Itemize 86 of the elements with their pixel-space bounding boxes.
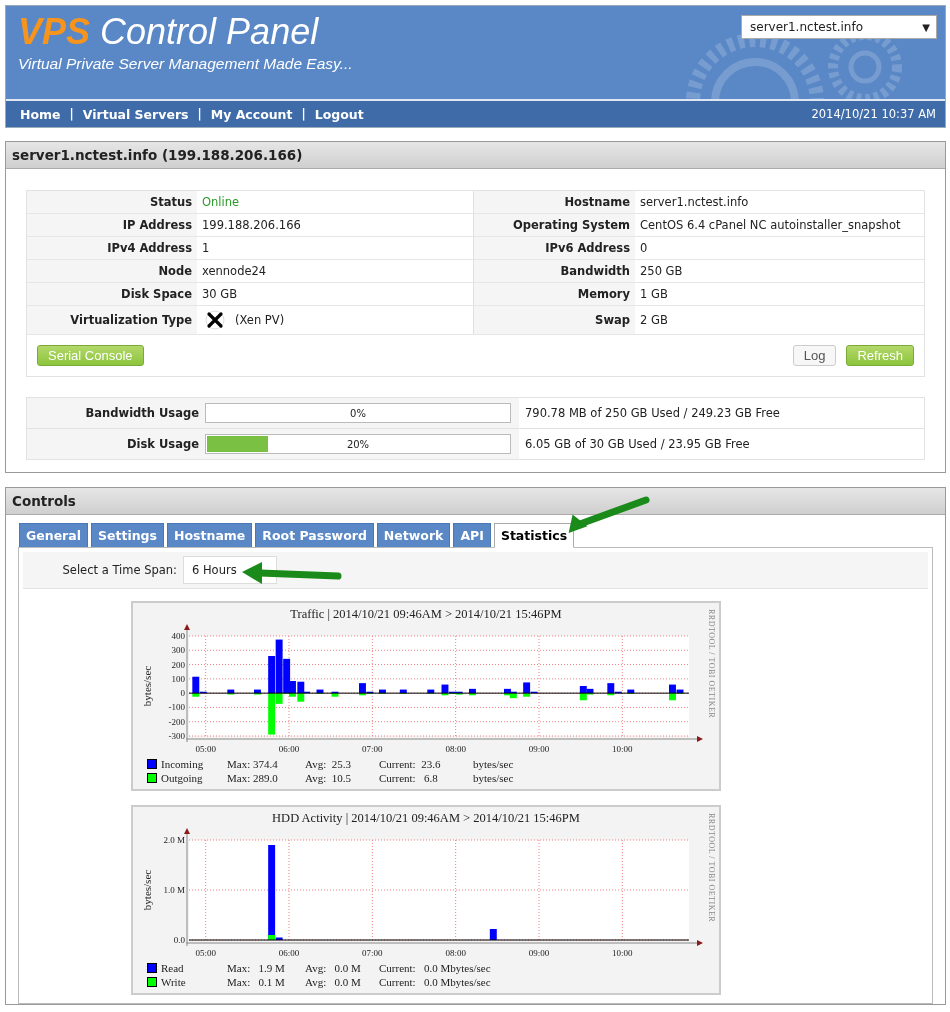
legend-current: Current: 0.0 Mbytes/sec [379, 961, 491, 975]
legend-max: Max: 1.9 M [227, 961, 286, 975]
x-tick-label: 07:00 [362, 948, 383, 958]
legend-max: Max: 0.1 M [227, 975, 286, 989]
caret-icon: ▼ [922, 21, 930, 33]
field-label: Virtualization Type [27, 306, 197, 334]
field-label: Disk Space [27, 283, 197, 305]
field-value: (Xen PV) [235, 313, 285, 327]
y-tick-label: 200 [171, 659, 185, 670]
legend-label: Outgoing [161, 771, 204, 785]
y-tick-label: 1.0 M [163, 885, 185, 895]
status-value: Online [202, 195, 240, 209]
legend-max: Max: 374.4 [227, 757, 279, 771]
x-tick-label: 08:00 [445, 744, 466, 754]
x-tick-label: 05:00 [195, 744, 216, 754]
y-axis-label: bytes/sec [141, 869, 153, 911]
field-value: 1 GB [640, 287, 668, 301]
x-tick-label: 10:00 [612, 744, 633, 754]
field-label: IPv4 Address [27, 237, 197, 259]
panel-title: server1.nctest.info (199.188.206.166) [6, 142, 945, 169]
field-label: Hostname [473, 191, 635, 213]
y-tick-label: -100 [168, 702, 185, 713]
field-label: Operating System [473, 214, 635, 236]
field-label: IPv6 Address [473, 237, 635, 259]
y-tick-label: -200 [168, 716, 185, 727]
nav-separator: | [301, 107, 306, 121]
nav-separator: | [69, 107, 74, 121]
legend-label: Incoming [161, 757, 205, 771]
usage-label: Bandwidth Usage [27, 398, 203, 428]
field-label: Status [27, 191, 197, 213]
field-value: 0 [640, 241, 648, 255]
y-axis-label: bytes/sec [141, 665, 153, 707]
x-tick-label: 08:00 [445, 948, 466, 958]
legend-max: Max: 289.0 [227, 771, 279, 785]
legend-unit: bytes/sec [473, 771, 514, 785]
tagline: Virtual Private Server Management Made Easy... [18, 55, 353, 73]
y-tick-label: 300 [171, 645, 185, 656]
field-value: xennode24 [202, 264, 267, 278]
legend-current: Current: 23.6 [379, 757, 442, 771]
chart-watermark: RRDTOOL / TOBI OETIKER [707, 813, 716, 923]
legend-current: Current: 0.0 Mbytes/sec [379, 975, 491, 989]
legend-avg: Avg: 25.3 [305, 757, 352, 771]
field-label: Memory [473, 283, 635, 305]
logo-text: VPS [18, 11, 91, 52]
legend-label: Write [161, 975, 187, 989]
field-value: server1.nctest.info [640, 195, 749, 209]
field-label: Node [27, 260, 197, 282]
field-value: 30 GB [202, 287, 238, 301]
legend-avg: Avg: 0.0 M [305, 961, 362, 975]
y-tick-label: -300 [168, 731, 185, 741]
panel-title: Controls [6, 488, 945, 515]
y-tick-label: 2.0 M [163, 835, 185, 845]
legend-unit: bytes/sec [473, 757, 514, 771]
x-tick-label: 07:00 [362, 744, 383, 754]
field-label: Bandwidth [473, 260, 635, 282]
nav-separator: | [197, 107, 202, 121]
legend-avg: Avg: 10.5 [305, 771, 352, 785]
x-tick-label: 09:00 [528, 948, 550, 958]
field-value: 250 GB [640, 264, 683, 278]
field-value: 1 [202, 241, 210, 255]
legend-avg: Avg: 0.0 M [305, 975, 362, 989]
y-tick-label: 0 [180, 688, 185, 699]
usage-percent: 20% [346, 438, 370, 450]
x-tick-label: 09:00 [528, 744, 550, 754]
logo-text: Control Panel [100, 11, 319, 52]
y-tick-label: 100 [171, 673, 185, 684]
time-span-label: Select a Time Span: [61, 562, 178, 579]
y-tick-label: 0.0 [173, 935, 185, 945]
x-tick-label: 05:00 [195, 948, 216, 958]
x-tick-label: 10:00 [612, 948, 633, 958]
usage-label: Disk Usage [27, 429, 203, 459]
x-tick-label: 06:00 [278, 744, 300, 754]
legend-label: Read [161, 961, 185, 975]
usage-percent: 0% [350, 407, 366, 419]
field-value: CentOS 6.4 cPanel NC autoinstaller_snapshot [640, 218, 901, 232]
y-tick-label: 400 [171, 631, 185, 641]
field-value: 199.188.206.166 [202, 218, 301, 232]
usage-detail: 6.05 GB of 30 GB Used / 23.95 GB Free [524, 436, 751, 453]
usage-detail: 790.78 MB of 250 GB Used / 249.23 GB Free [524, 405, 781, 422]
x-tick-label: 06:00 [278, 948, 300, 958]
date-time: 2014/10/21 10:37 AM [811, 107, 936, 121]
field-label: IP Address [27, 214, 197, 236]
field-label: Swap [473, 306, 635, 334]
legend-current: Current: 6.8 [379, 771, 439, 785]
chart-watermark: RRDTOOL / TOBI OETIKER [707, 609, 716, 719]
field-value: 2 GB [640, 313, 668, 327]
